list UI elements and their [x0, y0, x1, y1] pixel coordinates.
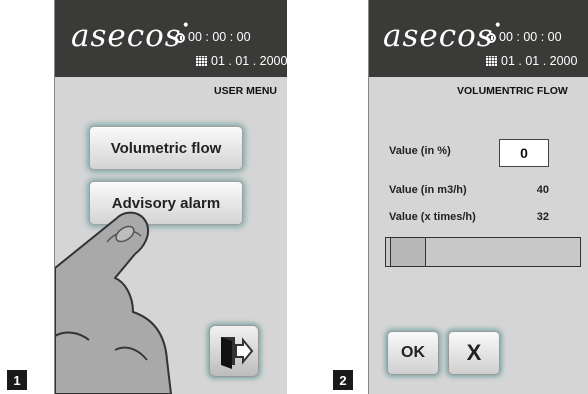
m3h-value: 40: [536, 184, 549, 196]
clock-icon: [175, 33, 185, 43]
date-value: 01 . 01 . 2000: [211, 54, 287, 68]
brand-logo: asecos•: [383, 18, 503, 54]
header-bar: asecos• 00 : 00 : 00 01 . 01 . 2000: [55, 0, 287, 77]
pointing-hand-illustration: [55, 211, 172, 394]
date-readout: 01 . 01 . 2000: [196, 54, 287, 68]
slider-thumb[interactable]: [390, 238, 426, 266]
calendar-icon: [196, 56, 207, 66]
date-value: 01 . 01 . 2000: [501, 54, 578, 68]
time-value: 00 : 00 : 00: [188, 30, 251, 44]
page-title: USER MENU: [213, 85, 277, 97]
exit-door-icon: [221, 337, 254, 369]
percent-input[interactable]: 0: [499, 139, 549, 167]
brand-logo: asecos•: [71, 18, 191, 54]
cancel-button[interactable]: X: [448, 331, 500, 375]
date-readout: 01 . 01 . 2000: [486, 54, 577, 68]
air-changes-value: 32: [536, 211, 549, 223]
clock-readout: 00 : 00 : 00: [486, 30, 562, 44]
header-bar: asecos• 00 : 00 : 00 01 . 01 . 2000: [369, 0, 588, 77]
clock-icon: [486, 33, 496, 43]
screen-volumetric-flow: asecos• 00 : 00 : 00 01 . 01 . 2000 VOLU…: [368, 0, 588, 394]
calendar-icon: [486, 56, 497, 66]
m3h-label: Value (in m3/h): [389, 184, 467, 196]
step-badge-2: 2: [333, 370, 353, 390]
brand-name: asecos: [71, 18, 182, 54]
screen-user-menu: asecos• 00 : 00 : 00 01 . 01 . 2000 USER…: [54, 0, 287, 394]
air-changes-label: Value (x times/h): [389, 211, 476, 223]
time-value: 00 : 00 : 00: [499, 30, 562, 44]
volumetric-flow-button[interactable]: Volumetric flow: [89, 126, 243, 170]
step-badge-1: 1: [7, 370, 27, 390]
flow-slider[interactable]: [385, 237, 581, 267]
clock-readout: 00 : 00 : 00: [175, 30, 251, 44]
exit-button[interactable]: [209, 325, 259, 377]
percent-label: Value (in %): [389, 145, 451, 157]
ok-button[interactable]: OK: [387, 331, 439, 375]
page-title: VOLUMENTRIC FLOW: [457, 85, 568, 97]
brand-name: asecos: [383, 18, 494, 54]
